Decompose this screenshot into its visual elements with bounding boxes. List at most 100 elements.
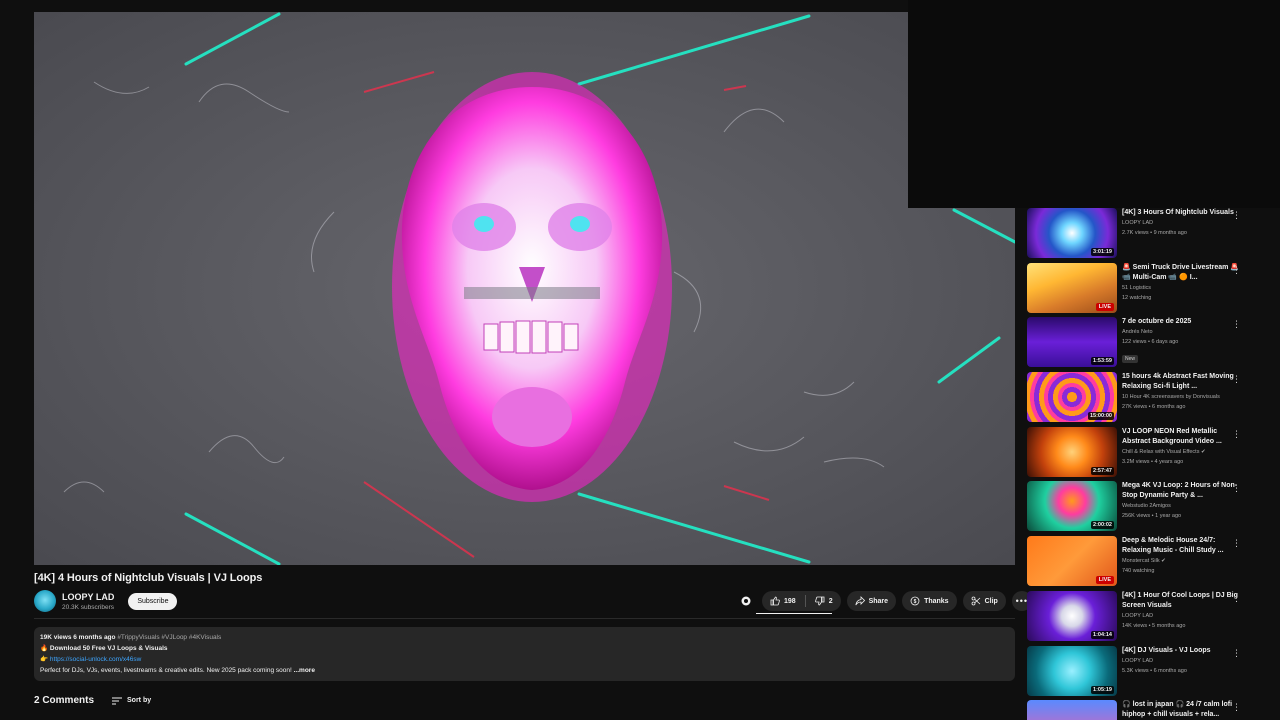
hashtags[interactable]: #TrippyVisuals #VJLoop #4KVisuals (117, 634, 221, 641)
duration-badge: 2:57:47 (1091, 466, 1114, 475)
video-player[interactable] (34, 12, 1015, 565)
channel-name[interactable]: LOOPY LAD (1122, 656, 1240, 666)
scissors-icon (971, 596, 980, 606)
kebab-menu-icon[interactable]: ⋮ (1232, 429, 1241, 440)
like-count: 198 (784, 597, 796, 605)
channel-name[interactable]: Webstudio 2Amigos (1122, 501, 1240, 511)
video-thumbnail[interactable]: 3:01:19 (1027, 208, 1117, 258)
video-thumbnail[interactable] (1027, 700, 1117, 720)
kebab-menu-icon[interactable]: ⋮ (1232, 210, 1241, 221)
like-separator (804, 595, 806, 607)
kebab-menu-icon[interactable]: ⋮ (1232, 648, 1241, 659)
video-title[interactable]: [4K] 1 Hour Of Cool Loops | DJ Big Scree… (1122, 591, 1240, 611)
video-meta: 12 watching (1122, 294, 1152, 301)
thanks-button[interactable]: $ Thanks (902, 591, 957, 611)
thumbs-down-icon (814, 596, 825, 606)
share-icon (854, 596, 865, 606)
video-info: 7 de octubre de 2025 Andrés Neto 122 vie… (1122, 317, 1240, 372)
pointing-icon: 👉 (40, 656, 49, 663)
kebab-menu-icon[interactable]: ⋮ (1232, 538, 1241, 549)
channel-name[interactable]: 51 Logistics (1122, 283, 1240, 293)
video-title[interactable]: 7 de octubre de 2025 (1122, 317, 1240, 327)
video-meta: 27K views • 6 months ago (1122, 404, 1186, 411)
kebab-menu-icon[interactable]: ⋮ (1232, 593, 1241, 604)
kebab-menu-icon[interactable]: ⋮ (1232, 374, 1241, 385)
recommendation-item[interactable]: 2:57:47 VJ LOOP NEON Red Metallic Abstra… (1027, 426, 1247, 482)
join-icon[interactable] (736, 591, 756, 611)
thumbs-up-icon (770, 596, 780, 606)
divider (34, 618, 1015, 619)
video-meta: 740 watching (1122, 568, 1155, 575)
description-box[interactable]: 19K views 6 months ago #TrippyVisuals #V… (34, 627, 1015, 681)
video-thumbnail[interactable]: LIVE (1027, 262, 1117, 313)
sort-label: Sort by (127, 697, 152, 704)
recommendation-item[interactable]: 2:00:02 Mega 4K VJ Loop: 2 Hours of Non-… (1027, 481, 1247, 536)
video-title[interactable]: 🚨 Semi Truck Drive Livestream 🚨 📹 Multi-… (1122, 263, 1240, 283)
dislike-count: 2 (828, 597, 833, 605)
description-link[interactable]: https://social-unlock.com/x46sw (50, 656, 141, 663)
video-title[interactable]: [4K] 3 Hours Of Nightclub Visuals (1122, 208, 1240, 218)
video-title[interactable]: [4K] DJ Visuals - VJ Loops (1122, 646, 1240, 656)
channel-name[interactable]: LOOPY LAD (1122, 611, 1240, 621)
channel-name[interactable]: 10 Hour 4K screensavers by Donvisuals (1122, 392, 1240, 402)
video-info: Mega 4K VJ Loop: 2 Hours of Non-Stop Dyn… (1122, 481, 1240, 536)
video-thumbnail[interactable]: 1:04:14 (1027, 590, 1117, 641)
video-thumbnail[interactable]: 2:00:02 (1027, 481, 1117, 532)
description-line-2: 👉 https://social-unlock.com/x46sw (40, 654, 1009, 665)
video-thumbnail[interactable]: 1:53:59 (1027, 317, 1117, 368)
video-title[interactable]: Mega 4K VJ Loop: 2 Hours of Non-Stop Dyn… (1122, 481, 1240, 501)
channel-name[interactable]: Monstercat Silk ✔ (1122, 556, 1240, 566)
subscriber-count: 20.3K subscribers (62, 603, 115, 611)
channel-name[interactable]: LOOPY LAD (62, 592, 114, 602)
show-more-link[interactable]: ...more (294, 667, 315, 674)
description-text-3: Perfect for DJs, VJs, events, livestream… (40, 667, 292, 674)
recommendation-item[interactable]: 15:00:00 15 hours 4k Abstract Fast Movin… (1027, 372, 1247, 427)
duration-badge: 1:53:59 (1091, 357, 1114, 366)
channel-name[interactable]: LOOPY LAD (1122, 218, 1240, 228)
recommendation-item[interactable]: 1:53:59 7 de octubre de 2025 Andrés Neto… (1027, 317, 1247, 372)
description-meta: 19K views 6 months ago #TrippyVisuals #V… (40, 632, 1009, 643)
video-title[interactable]: 🎧 lost in japan 🎧 24 /7 calm lofi hiphop… (1122, 700, 1240, 720)
comment-count: 2 Comments (34, 695, 95, 706)
channel-name[interactable]: Andrés Neto (1122, 327, 1240, 337)
video-info: [4K] DJ Visuals - VJ Loops LOOPY LAD 5.3… (1122, 646, 1240, 701)
video-title[interactable]: 15 hours 4k Abstract Fast Moving Relaxin… (1122, 372, 1240, 392)
video-title[interactable]: Deep & Melodic House 24/7: Relaxing Musi… (1122, 536, 1240, 556)
video-info: Deep & Melodic House 24/7: Relaxing Musi… (1122, 536, 1240, 591)
video-info: [4K] 3 Hours Of Nightclub Visuals LOOPY … (1122, 208, 1240, 263)
duration-badge: 1:04:14 (1091, 630, 1114, 639)
clip-button[interactable]: Clip (962, 591, 1006, 611)
kebab-menu-icon[interactable]: ⋮ (1232, 265, 1241, 276)
comments-header: 2 Comments Sort by (34, 695, 151, 706)
video-thumbnail[interactable]: 1:05:19 (1027, 645, 1117, 696)
recommendation-item[interactable]: 1:05:19 [4K] DJ Visuals - VJ Loops LOOPY… (1027, 645, 1247, 701)
recommendation-item[interactable]: 1:04:14 [4K] 1 Hour Of Cool Loops | DJ B… (1027, 590, 1247, 646)
channel-avatar[interactable] (34, 590, 56, 612)
video-thumbnail[interactable]: 2:57:47 (1027, 426, 1117, 477)
like-dislike-group: 198 2 (762, 591, 841, 611)
video-meta: 256K views • 1 year ago (1122, 513, 1182, 520)
kebab-menu-icon[interactable]: ⋮ (1232, 483, 1241, 494)
like-button[interactable]: 198 (770, 596, 796, 606)
video-thumbnail[interactable]: LIVE (1027, 536, 1117, 587)
video-frame-skull-visual (34, 12, 1015, 565)
live-badge: LIVE (1095, 576, 1114, 585)
share-button[interactable]: Share (846, 591, 897, 611)
miniplayer-overlay (908, 0, 1280, 208)
channel-meta: LOOPY LAD 20.3K subscribers (62, 592, 114, 611)
recommendations-list: 3:01:19 [4K] 3 Hours Of Nightclub Visual… (1027, 208, 1247, 720)
recommendation-item[interactable]: LIVE 🚨 Semi Truck Drive Livestream 🚨 📹 M… (1027, 262, 1247, 318)
recommendation-item[interactable]: 3:01:19 [4K] 3 Hours Of Nightclub Visual… (1027, 208, 1247, 263)
recommendation-item[interactable]: LIVE Deep & Melodic House 24/7: Relaxing… (1027, 536, 1247, 591)
video-title[interactable]: VJ LOOP NEON Red Metallic Abstract Backg… (1122, 427, 1240, 447)
dislike-button[interactable]: 2 (814, 596, 833, 606)
duration-badge: 2:00:02 (1091, 521, 1114, 530)
sort-button[interactable]: Sort by (112, 697, 151, 705)
kebab-menu-icon[interactable]: ⋮ (1232, 702, 1241, 713)
subscribe-button[interactable]: Subscribe (128, 592, 178, 610)
kebab-menu-icon[interactable]: ⋮ (1232, 319, 1241, 330)
video-thumbnail[interactable]: 15:00:00 (1027, 372, 1117, 423)
channel-name[interactable]: Chill & Relax with Visual Effects ✔ (1122, 447, 1240, 457)
video-meta: 2.7K views • 9 months ago (1122, 230, 1187, 236)
recommendation-item[interactable]: 🎧 lost in japan 🎧 24 /7 calm lofi hiphop… (1027, 700, 1247, 720)
